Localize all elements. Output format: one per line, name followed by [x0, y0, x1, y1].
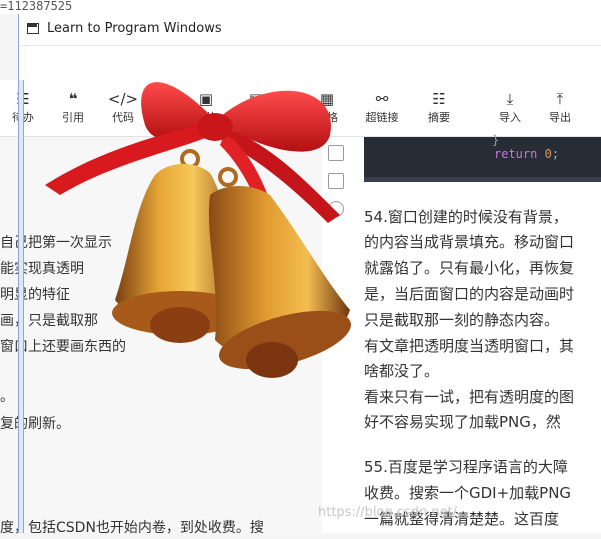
right-bell [208, 167, 351, 378]
bells-image [45, 82, 351, 378]
window-frame-left [19, 80, 24, 533]
window-icon [27, 23, 39, 34]
url-snippet: =112387525 [0, 0, 601, 14]
title-bar[interactable]: Learn to Program Windows [19, 14, 601, 46]
editor-line: 。 [0, 389, 14, 405]
window-title: Learn to Program Windows [47, 21, 222, 36]
